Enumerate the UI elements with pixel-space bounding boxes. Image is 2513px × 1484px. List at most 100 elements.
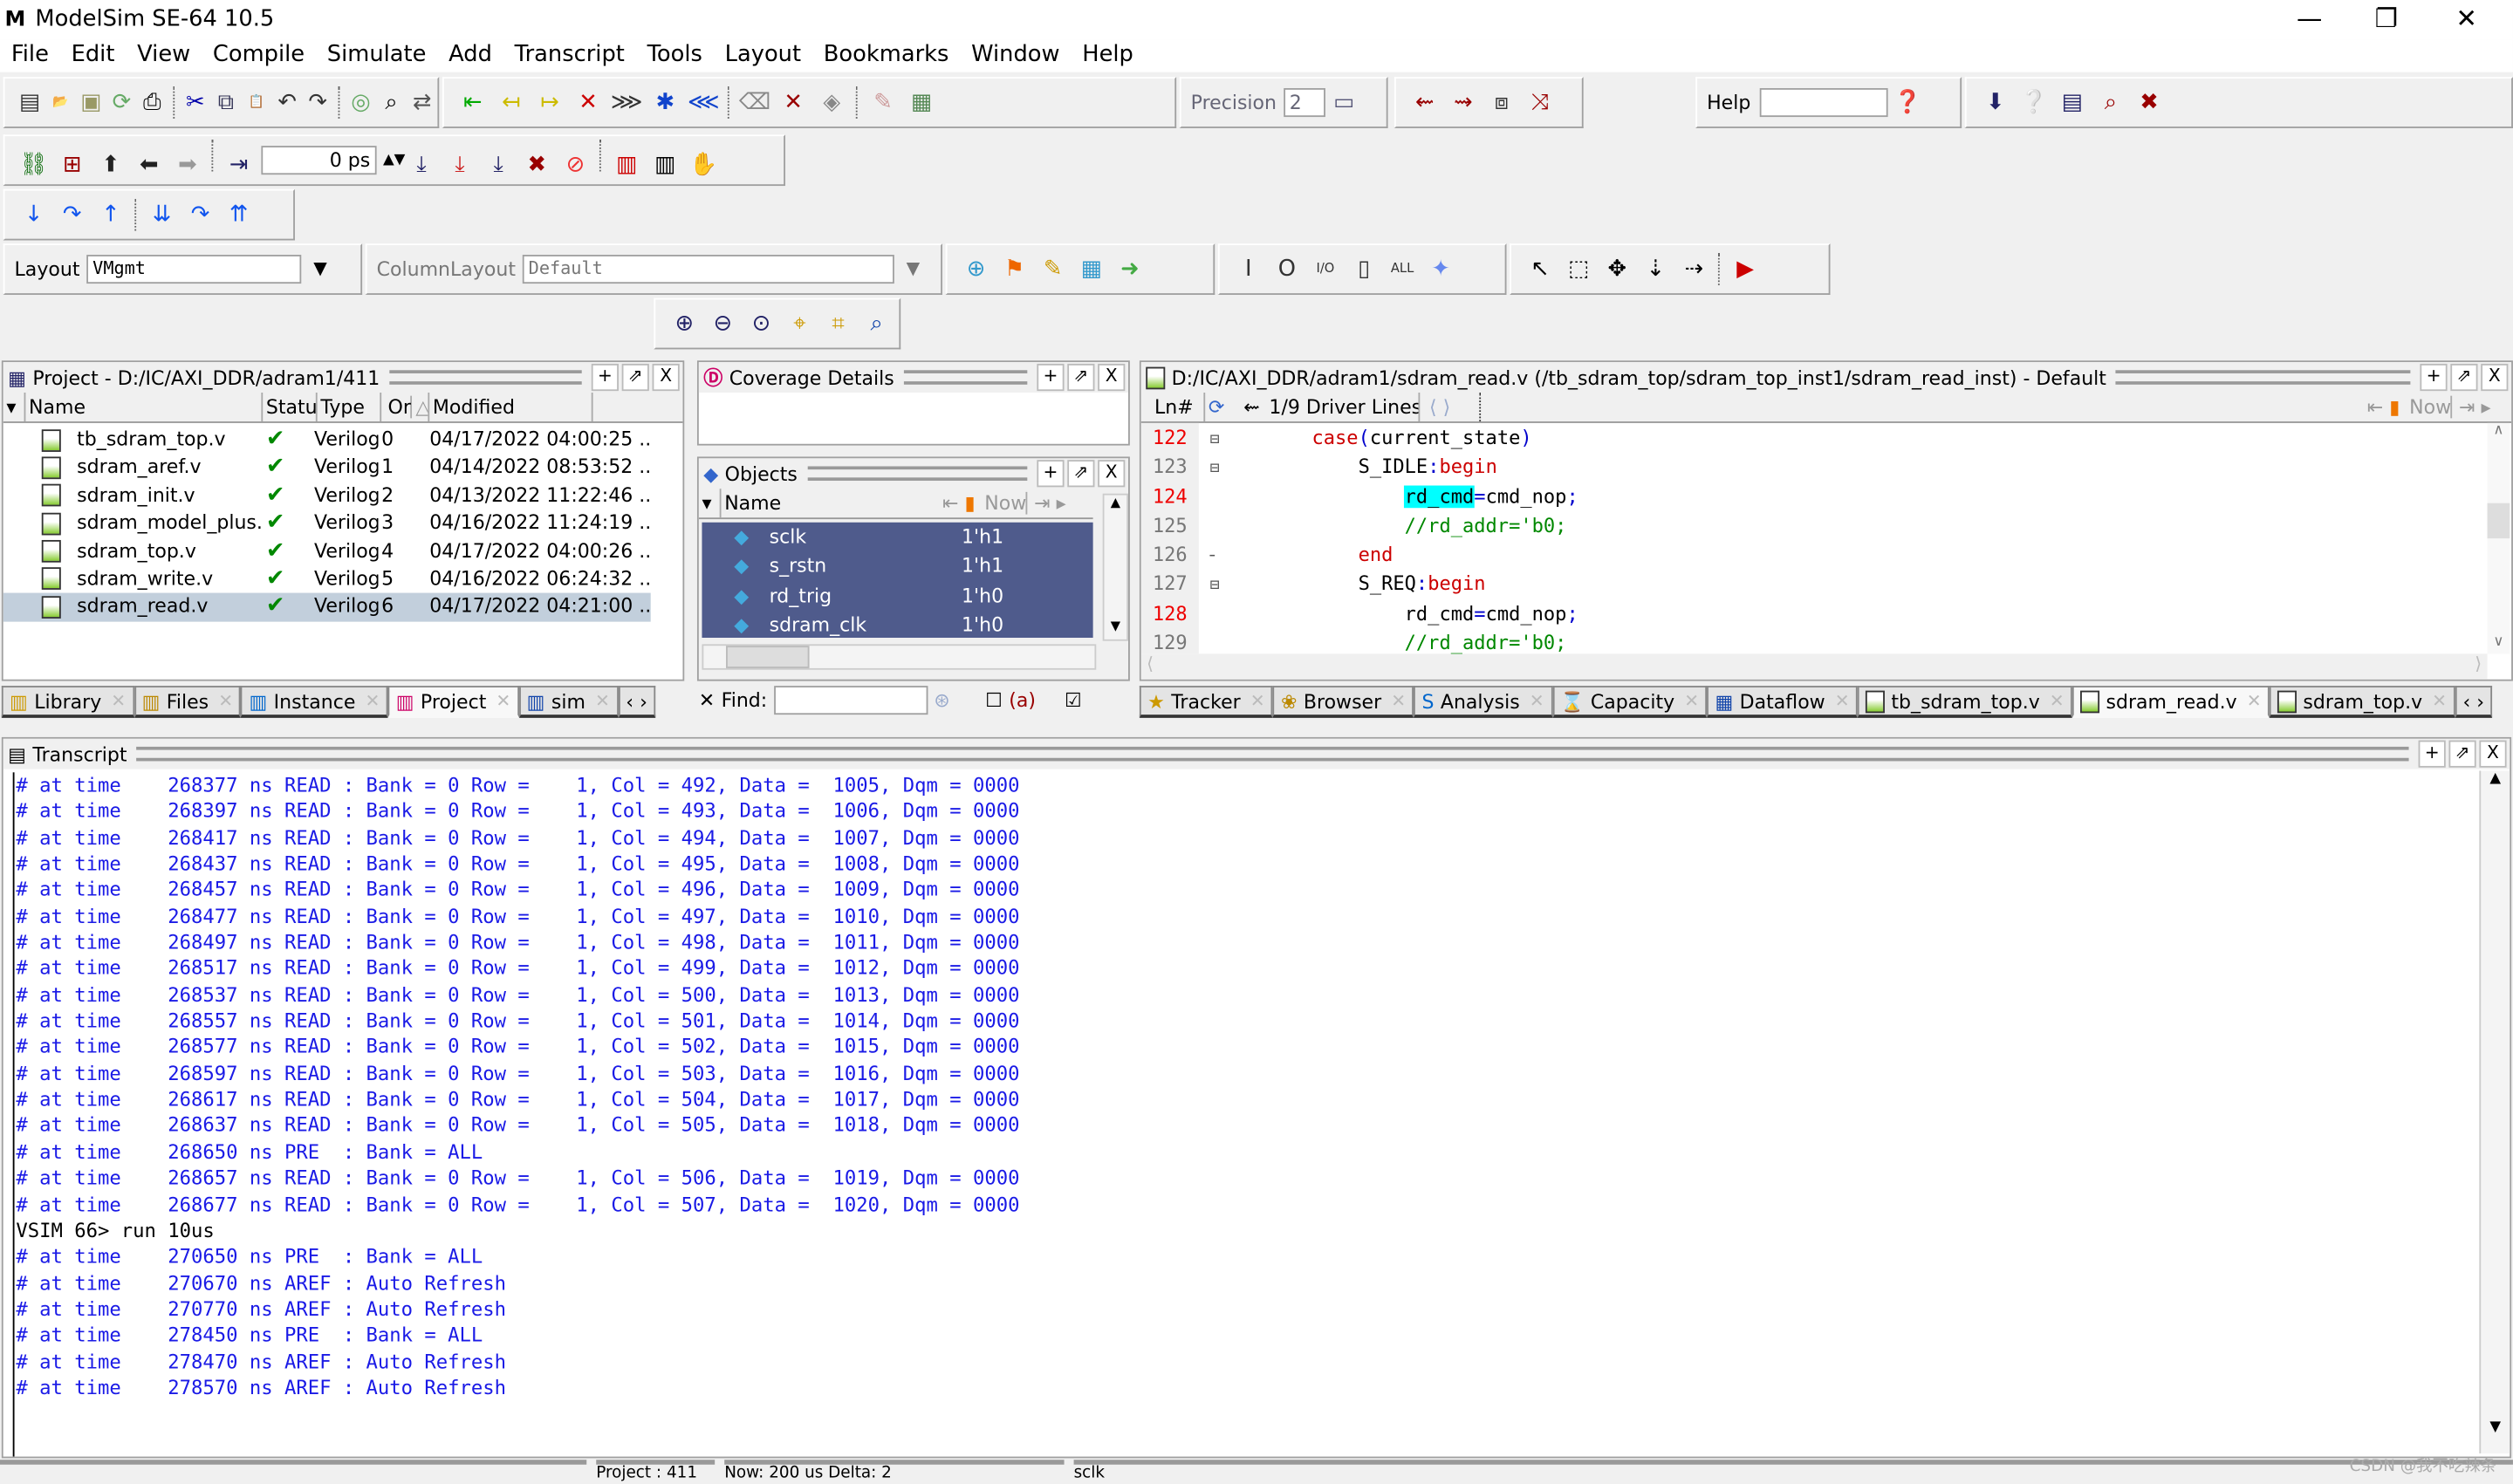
fold-toggle-icon[interactable] [1199, 487, 1231, 513]
tab-dataflow[interactable]: ▦ Dataflow ✕ [1707, 686, 1858, 718]
menu-compile[interactable]: Compile [202, 40, 316, 67]
zoom-full-icon[interactable]: ⊙ [745, 308, 777, 340]
close-pane-button[interactable]: X [2481, 363, 2509, 392]
column-status[interactable]: Status [263, 392, 318, 422]
driver-refresh-icon[interactable]: ⟳ [1205, 393, 1240, 421]
back-icon[interactable]: ⬅ [133, 149, 165, 181]
step-forward-icon[interactable]: ↦ [534, 86, 566, 119]
restore-button[interactable]: ❐ [2350, 3, 2423, 34]
run-icon[interactable]: ⤓ [406, 149, 438, 181]
break-all-icon[interactable]: ✱ [649, 86, 681, 119]
run-length-spinner[interactable]: ▲▼ [383, 144, 405, 176]
project-file-row[interactable]: sdram_init.v ✔ Verilog 2 04/13/2022 11:22:46… [3, 482, 651, 509]
tab-close-icon[interactable]: ✕ [1684, 691, 1699, 712]
cursor-io-icon[interactable]: I/O [1310, 253, 1342, 285]
redo-icon[interactable]: ↷ [305, 86, 330, 119]
column-name[interactable]: Name [25, 392, 264, 422]
expand-icon[interactable]: ⧈ [1486, 86, 1518, 119]
break-icon[interactable]: ✖ [521, 149, 553, 181]
fold-toggle-icon[interactable]: ╴ [1199, 545, 1231, 571]
line-number[interactable]: 129 [1141, 630, 1199, 656]
object-row[interactable]: ◆ sclk 1'h1 [702, 523, 1092, 552]
pane-drag-handle[interactable] [806, 466, 1028, 482]
line-number[interactable]: 123 [1141, 454, 1199, 480]
menu-transcript[interactable]: Transcript [503, 40, 636, 67]
now-cursor-control[interactable]: ⇤ ▮ Now ⇥ ▸ [939, 489, 1092, 517]
run-length-field[interactable]: 0 ps [261, 146, 377, 175]
cursor-box-icon[interactable]: ▯ [1348, 253, 1380, 285]
zoom-fit-icon[interactable]: ⌕ [860, 308, 893, 340]
continue-icon[interactable]: ⋙ [611, 86, 643, 119]
undock-button[interactable]: ⇗ [621, 363, 649, 392]
undock-button[interactable]: ⇗ [2448, 740, 2476, 768]
tab-files[interactable]: ▥ Files ✕ [134, 686, 242, 718]
pan-icon[interactable]: ✥ [1601, 253, 1633, 285]
cut-icon[interactable]: ✂ [183, 86, 208, 119]
pane-drag-handle[interactable] [389, 370, 582, 385]
new-file-icon[interactable]: ▤ [17, 86, 42, 119]
column-type[interactable]: Type [318, 392, 382, 422]
layout-dropdown-icon[interactable]: ▼ [305, 253, 337, 285]
add-edit-icon[interactable]: ✎ [1037, 253, 1069, 285]
tab-analysis[interactable]: S Analysis ✕ [1414, 686, 1552, 718]
traffic-light-icon[interactable]: ▶ [1729, 253, 1762, 285]
source-line[interactable]: 127 ⊟ S_REQ:begin [1141, 571, 2488, 601]
menu-window[interactable]: Window [960, 40, 1071, 67]
close-find-button[interactable]: ✕ [699, 689, 715, 712]
tab-sdram-top-v[interactable]: sdram_top.v ✕ [2269, 686, 2455, 718]
precision-apply-icon[interactable]: ▭ [1328, 86, 1360, 119]
tab-scroll-arrows[interactable]: ‹ › [2455, 686, 2493, 718]
cursor-color-icon[interactable]: ✦ [1425, 253, 1457, 285]
dock-button[interactable]: + [2420, 363, 2448, 392]
driver-lines-control[interactable]: ⇜ 1/9 Driver Lines [1241, 392, 1421, 422]
transcript-output[interactable]: # at time 268377 ns READ : Bank = 0 Row … [12, 772, 2468, 1457]
help-search-input[interactable] [1760, 88, 1889, 118]
run-all-icon[interactable]: ⤓ [483, 149, 515, 181]
fold-toggle-icon[interactable]: ⊟ [1199, 427, 1231, 454]
reverse-icon[interactable]: ⋘ [688, 86, 720, 119]
menu-simulate[interactable]: Simulate [316, 40, 437, 67]
source-line[interactable]: 124 rd_cmd=cmd_nop; [1141, 483, 2488, 513]
column-name[interactable]: Name [722, 489, 940, 517]
forward-icon[interactable]: ➡ [172, 149, 204, 181]
next-edge-icon[interactable]: ⇝ [1448, 86, 1480, 119]
tab-capacity[interactable]: ⌛ Capacity ✕ [1551, 686, 1708, 718]
menu-view[interactable]: View [126, 40, 202, 67]
doc-find-icon[interactable]: ⌕ [2095, 86, 2127, 119]
pane-drag-handle[interactable] [2115, 370, 2411, 385]
doc-help-icon[interactable]: ❔ [2017, 86, 2050, 119]
dock-button[interactable]: + [2418, 740, 2446, 768]
tab-browser[interactable]: ❀ Browser ✕ [1272, 686, 1414, 718]
find-go-icon[interactable]: ⊛ [934, 689, 949, 712]
zoom-cursors-icon[interactable]: ⌗ [822, 308, 854, 340]
tab-close-icon[interactable]: ✕ [365, 691, 380, 712]
copy-icon[interactable]: ⧉ [214, 86, 238, 119]
restore-icon[interactable]: ◈ [816, 86, 848, 119]
objects-vertical-scrollbar[interactable]: ▲ ▼ [1102, 493, 1129, 641]
zoom-in-icon[interactable]: ⊕ [668, 308, 701, 340]
line-number[interactable]: 122 [1141, 425, 1199, 451]
column-modified[interactable]: Modified [429, 392, 593, 422]
undock-button[interactable]: ⇗ [1067, 460, 1095, 488]
run-continue-icon[interactable]: ⤓ [444, 149, 476, 181]
tab-instance[interactable]: ▥ Instance ✕ [241, 686, 388, 718]
tab-close-icon[interactable]: ✕ [111, 691, 126, 712]
pane-drag-handle[interactable] [903, 370, 1028, 385]
dock-button[interactable]: + [1037, 460, 1065, 488]
break-x-icon[interactable]: ✕ [572, 86, 605, 119]
line-number[interactable]: 128 [1141, 600, 1199, 626]
column-menu-icon[interactable]: ▾ [3, 392, 26, 422]
minimize-button[interactable]: — [2272, 3, 2345, 34]
step-into-all-icon[interactable]: ⇊ [146, 199, 178, 231]
column-layout-select[interactable]: Default [522, 255, 894, 284]
tab-close-icon[interactable]: ✕ [1391, 691, 1406, 712]
cursor-all-icon[interactable]: ALL [1387, 253, 1419, 285]
line-number[interactable]: 126 [1141, 542, 1199, 568]
prev-edge-icon[interactable]: ⇜ [1408, 86, 1441, 119]
dock-button[interactable]: + [591, 363, 619, 392]
column-order[interactable]: Or △ [381, 392, 430, 422]
paste-icon[interactable]: 📋 [244, 86, 269, 119]
close-pane-button[interactable]: X [652, 363, 680, 392]
trace-down-icon[interactable]: ⇣ [1640, 253, 1672, 285]
fold-toggle-icon[interactable] [1199, 604, 1231, 630]
